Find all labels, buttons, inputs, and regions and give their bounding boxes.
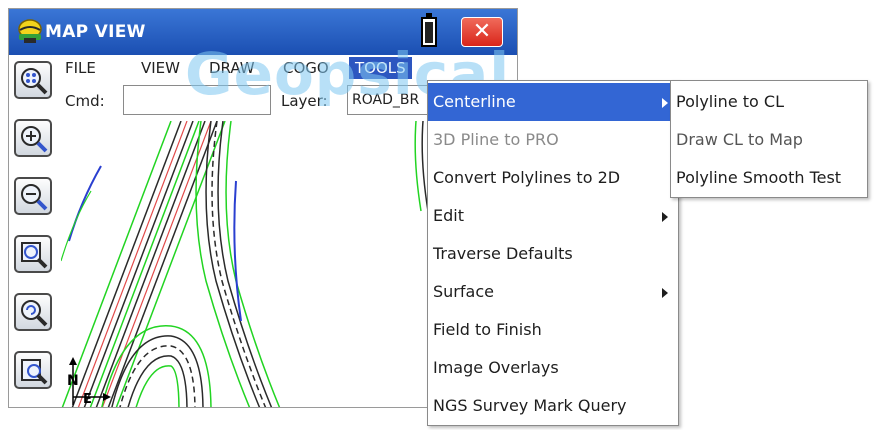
menu-item-3d-pline-to-pro[interactable]: 3D Pline to PRO — [428, 121, 678, 159]
menu-item-label: Traverse Defaults — [433, 244, 573, 263]
zoom-in-icon — [21, 126, 48, 153]
submenu-item-label: Polyline to CL — [676, 92, 784, 111]
map-options-button[interactable] — [14, 351, 52, 389]
submenu-item-label: Polyline Smooth Test — [676, 168, 842, 187]
menu-item-label: Edit — [433, 206, 464, 225]
window-title: MAP VIEW — [45, 22, 146, 42]
menu-view[interactable]: VIEW — [141, 57, 180, 79]
menu-item-field-to-finish[interactable]: Field to Finish — [428, 311, 678, 349]
map-options-icon — [21, 359, 48, 385]
submenu-item-polyline-to-cl[interactable]: Polyline to CL — [671, 83, 867, 121]
menu-file[interactable]: FILE — [65, 57, 96, 79]
east-axis-label: E — [83, 392, 92, 407]
submenu-item-draw-cl-to-map[interactable]: Draw CL to Map — [671, 121, 867, 159]
centerline-submenu: Polyline to CL Draw CL to Map Polyline S… — [670, 80, 868, 198]
menu-item-label: Field to Finish — [433, 320, 542, 339]
menu-item-label: Centerline — [433, 92, 516, 111]
north-axis-label: N — [67, 373, 79, 389]
menu-item-edit[interactable]: Edit — [428, 197, 678, 235]
menu-item-label: NGS Survey Mark Query — [433, 396, 627, 415]
zoom-window-button[interactable] — [14, 235, 52, 273]
menu-item-label: Surface — [433, 282, 494, 301]
zoom-previous-button[interactable] — [14, 293, 52, 331]
menu-item-label: Image Overlays — [433, 358, 559, 377]
menu-item-surface[interactable]: Surface — [428, 273, 678, 311]
menu-item-label: 3D Pline to PRO — [433, 130, 559, 149]
app-logo-icon — [18, 19, 42, 43]
zoom-toolbar — [9, 55, 59, 407]
submenu-arrow-icon — [662, 288, 668, 298]
menu-item-traverse-defaults[interactable]: Traverse Defaults — [428, 235, 678, 273]
submenu-arrow-icon — [662, 98, 668, 108]
zoom-in-button[interactable] — [14, 119, 52, 157]
zoom-extents-icon — [21, 68, 48, 95]
zoom-out-icon — [21, 184, 48, 211]
menu-item-label: Convert Polylines to 2D — [433, 168, 621, 187]
zoom-previous-icon — [21, 300, 48, 327]
menu-item-convert-polylines[interactable]: Convert Polylines to 2D — [428, 159, 678, 197]
tools-dropdown-menu: Centerline 3D Pline to PRO Convert Polyl… — [427, 80, 679, 426]
submenu-arrow-icon — [662, 212, 668, 222]
submenu-item-label: Draw CL to Map — [676, 130, 803, 149]
submenu-item-polyline-smooth-test[interactable]: Polyline Smooth Test — [671, 159, 867, 197]
menu-item-image-overlays[interactable]: Image Overlays — [428, 349, 678, 387]
zoom-extents-button[interactable] — [14, 61, 52, 99]
zoom-window-icon — [21, 242, 48, 269]
command-label: Cmd: — [65, 92, 105, 110]
menu-item-centerline[interactable]: Centerline — [428, 83, 678, 121]
menu-item-ngs-survey-mark-query[interactable]: NGS Survey Mark Query — [428, 387, 678, 425]
zoom-out-button[interactable] — [14, 177, 52, 215]
